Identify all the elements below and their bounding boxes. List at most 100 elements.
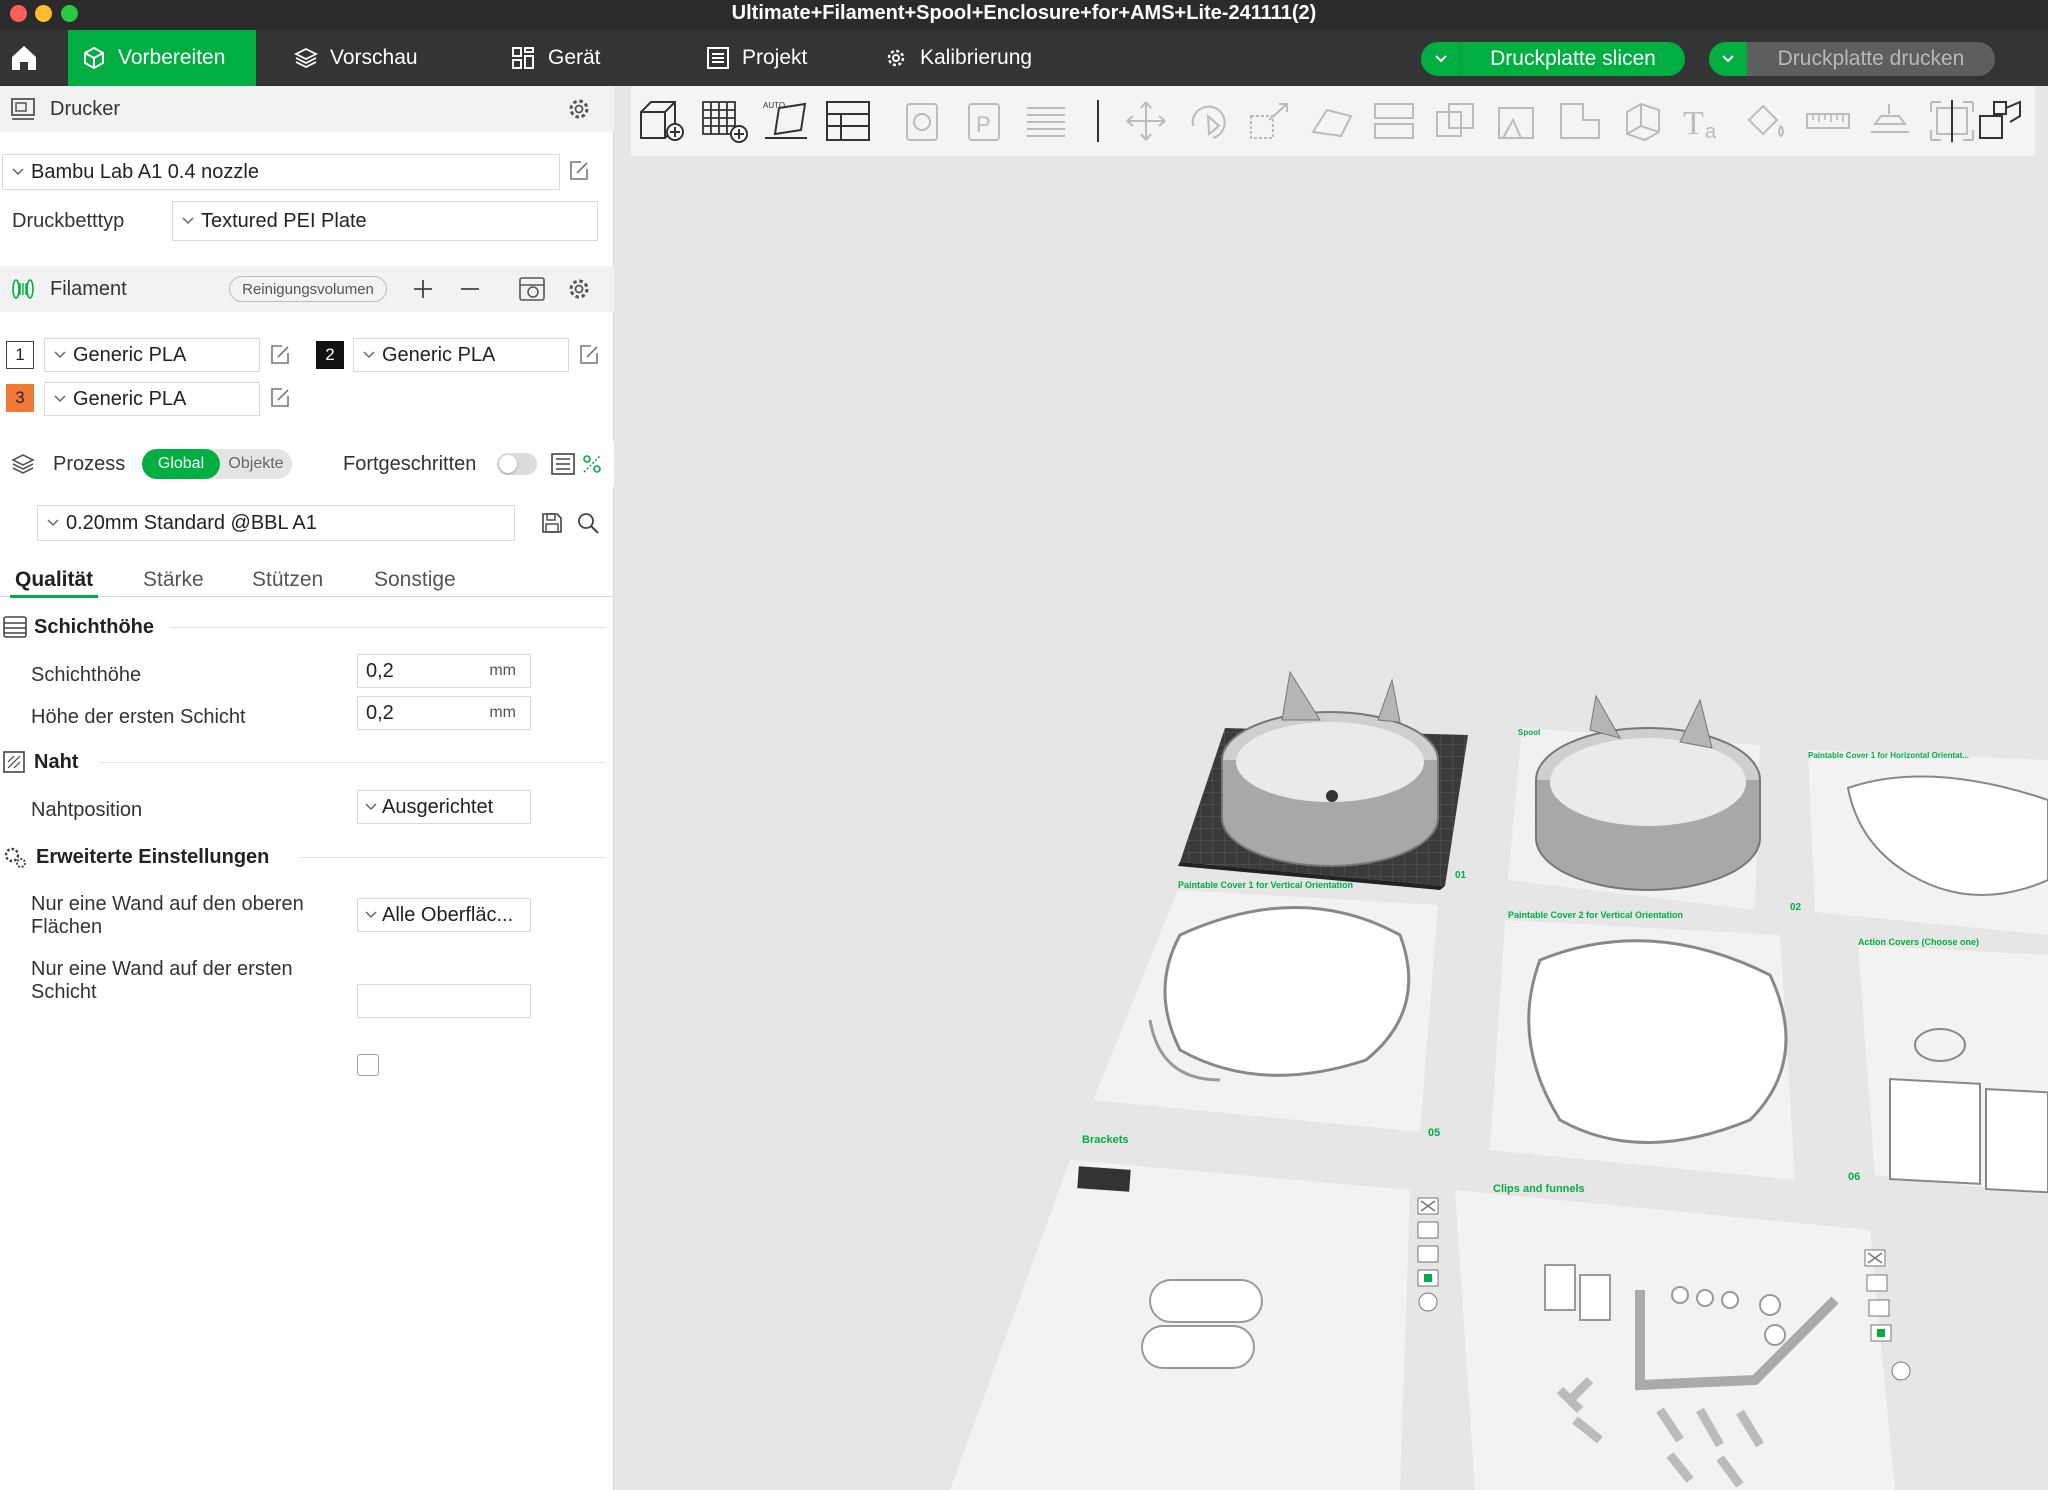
chevron-down-icon bbox=[54, 351, 66, 359]
search-icon[interactable] bbox=[576, 511, 600, 535]
printer-settings-gear-icon[interactable] bbox=[566, 96, 592, 122]
print-plate-button[interactable]: Druckplatte drucken bbox=[1709, 42, 1995, 76]
support-paint-icon[interactable] bbox=[1493, 98, 1543, 144]
remove-filament-icon[interactable] bbox=[459, 278, 481, 300]
home-icon bbox=[12, 46, 36, 70]
seam-position-label: Nahtposition bbox=[31, 799, 143, 821]
filament-3-select[interactable]: Generic PLA bbox=[44, 382, 260, 416]
edit-printer-icon[interactable] bbox=[567, 159, 591, 183]
add-plate-icon[interactable] bbox=[699, 98, 749, 144]
process-scope-toggle[interactable]: Global Objekte bbox=[142, 449, 292, 479]
slice-dropdown-button[interactable] bbox=[1421, 42, 1461, 76]
layer-height-label: Schichthöhe bbox=[31, 664, 142, 686]
plate-action-covers[interactable]: Action Covers (Choose one) bbox=[1858, 937, 2048, 1195]
process-list-icon[interactable] bbox=[551, 453, 575, 475]
sync-ams-icon[interactable] bbox=[518, 276, 546, 302]
plate-brackets[interactable]: Brackets bbox=[950, 1134, 1410, 1490]
printer-select[interactable]: Bambu Lab A1 0.4 nozzle bbox=[2, 154, 560, 190]
split-to-objects-icon[interactable] bbox=[1976, 98, 2026, 144]
tab-project[interactable]: Projekt bbox=[692, 30, 852, 86]
text-tool-icon[interactable]: Ta bbox=[1679, 98, 1729, 144]
seam-position-select[interactable]: Ausgerichtet bbox=[357, 790, 531, 824]
first-layer-one-wall-checkbox[interactable] bbox=[357, 1054, 379, 1076]
plate-01[interactable]: 01 bbox=[1178, 670, 1468, 890]
seam-paint-icon[interactable] bbox=[1555, 98, 1605, 144]
tab-preview[interactable]: Vorschau bbox=[280, 30, 450, 86]
tab-prepare[interactable]: Vorbereiten bbox=[68, 30, 256, 86]
filament-3-name: Generic PLA bbox=[73, 387, 187, 410]
rotate-icon[interactable] bbox=[1183, 98, 1233, 144]
plate-02[interactable]: Spool 02 bbox=[1508, 694, 1802, 913]
plate-number: 01 bbox=[1455, 870, 1467, 881]
scope-objects-option[interactable]: Objekte bbox=[220, 449, 292, 479]
advanced-switch-knob bbox=[499, 455, 517, 473]
tab-label: Projekt bbox=[742, 46, 808, 69]
measure-icon[interactable] bbox=[1803, 98, 1853, 144]
plate-label: Brackets bbox=[1082, 1134, 1128, 1146]
print-dropdown-button[interactable] bbox=[1709, 42, 1747, 76]
slice-plate-button[interactable]: Druckplatte slicen bbox=[1421, 42, 1685, 76]
advanced-switch[interactable] bbox=[497, 453, 537, 475]
add-filament-icon[interactable] bbox=[412, 278, 434, 300]
bed-type-select[interactable]: Textured PEI Plate bbox=[172, 201, 598, 241]
tab-device[interactable]: Gerät bbox=[496, 30, 636, 86]
bed-type-label: Druckbetttyp bbox=[12, 210, 125, 232]
layer-height-icon bbox=[3, 616, 27, 638]
group-divider bbox=[300, 857, 606, 858]
split-layers-icon[interactable] bbox=[1021, 98, 1071, 144]
subtab-support[interactable]: Stützen bbox=[252, 568, 323, 592]
plate-label: Spool bbox=[1518, 728, 1540, 737]
edit-filament-1-icon[interactable] bbox=[268, 343, 292, 367]
printer-select-value: Bambu Lab A1 0.4 nozzle bbox=[31, 160, 259, 183]
compare-icon[interactable] bbox=[581, 453, 603, 475]
placement-icon[interactable]: P bbox=[959, 98, 1009, 144]
build-plates-scene[interactable]: 01 Spool 02 Paintable Cover 1 for Horizo… bbox=[615, 156, 2048, 1490]
subtab-strength[interactable]: Stärke bbox=[143, 568, 204, 592]
filament-2-select[interactable]: Generic PLA bbox=[353, 338, 569, 372]
svg-text:P: P bbox=[976, 112, 991, 137]
first-layer-one-wall-label: Nur eine Wand auf der ersten Schicht bbox=[31, 958, 293, 1003]
orient-icon[interactable] bbox=[897, 98, 947, 144]
first-layer-height-input[interactable]: 0,2 mm bbox=[357, 696, 531, 730]
hollow-icon[interactable] bbox=[1617, 98, 1667, 144]
edit-filament-3-icon[interactable] bbox=[268, 386, 292, 410]
bed-type-value: Textured PEI Plate bbox=[201, 209, 367, 232]
home-button[interactable] bbox=[0, 30, 48, 86]
top-one-wall-select[interactable]: Alle Oberfläc... bbox=[357, 898, 531, 932]
save-preset-icon[interactable] bbox=[541, 512, 563, 534]
scale-icon[interactable] bbox=[1245, 98, 1295, 144]
layer-height-input[interactable]: 0,2 mm bbox=[357, 654, 531, 688]
device-icon bbox=[512, 47, 534, 69]
subtab-quality[interactable]: Qualität bbox=[15, 568, 93, 592]
add-object-icon[interactable] bbox=[637, 98, 687, 144]
filament-settings-gear-icon[interactable] bbox=[566, 276, 592, 302]
flush-volume-button[interactable]: Reinigungsvolumen bbox=[229, 276, 387, 302]
auto-orient-icon[interactable]: AUTO bbox=[761, 98, 811, 144]
plate-03[interactable]: Paintable Cover 1 for Horizontal Orienta… bbox=[1808, 750, 2048, 935]
filament-number-1[interactable]: 1 bbox=[6, 341, 34, 369]
toolbar-separator bbox=[1097, 100, 1099, 142]
tab-calibration[interactable]: Kalibrierung bbox=[870, 30, 1070, 86]
arrange-icon[interactable] bbox=[823, 98, 873, 144]
boolean-icon[interactable] bbox=[1431, 98, 1481, 144]
printer-section-header: Drucker bbox=[0, 86, 614, 132]
move-icon[interactable] bbox=[1121, 98, 1171, 144]
subtab-others[interactable]: Sonstige bbox=[374, 568, 456, 592]
process-preset-select[interactable]: 0.20mm Standard @BBL A1 bbox=[37, 505, 515, 541]
scope-global-option[interactable]: Global bbox=[142, 449, 220, 479]
cut-icon[interactable] bbox=[1369, 98, 1419, 144]
seam-icon bbox=[3, 751, 25, 773]
3d-viewport[interactable]: 01 Spool 02 Paintable Cover 1 for Horizo… bbox=[615, 156, 2048, 1490]
filament-number-3[interactable]: 3 bbox=[6, 384, 34, 412]
tab-label: Vorbereiten bbox=[118, 46, 226, 69]
lay-on-face-icon[interactable] bbox=[1307, 98, 1357, 144]
plate-05[interactable]: Paintable Cover 1 for Vertical Orientati… bbox=[1093, 880, 1440, 1139]
filament-number-2[interactable]: 2 bbox=[316, 341, 344, 369]
edit-filament-2-icon[interactable] bbox=[577, 343, 601, 367]
plate-label: Action Covers (Choose one) bbox=[1858, 937, 1979, 947]
color-paint-icon[interactable] bbox=[1741, 98, 1791, 144]
assembly-icon[interactable] bbox=[1865, 98, 1915, 144]
filament-1-select[interactable]: Generic PLA bbox=[44, 338, 260, 372]
plate-06[interactable]: Paintable Cover 2 for Vertical Orientati… bbox=[1490, 910, 1860, 1183]
plate-clips-funnels[interactable]: Clips and funnels bbox=[1455, 1183, 1895, 1490]
